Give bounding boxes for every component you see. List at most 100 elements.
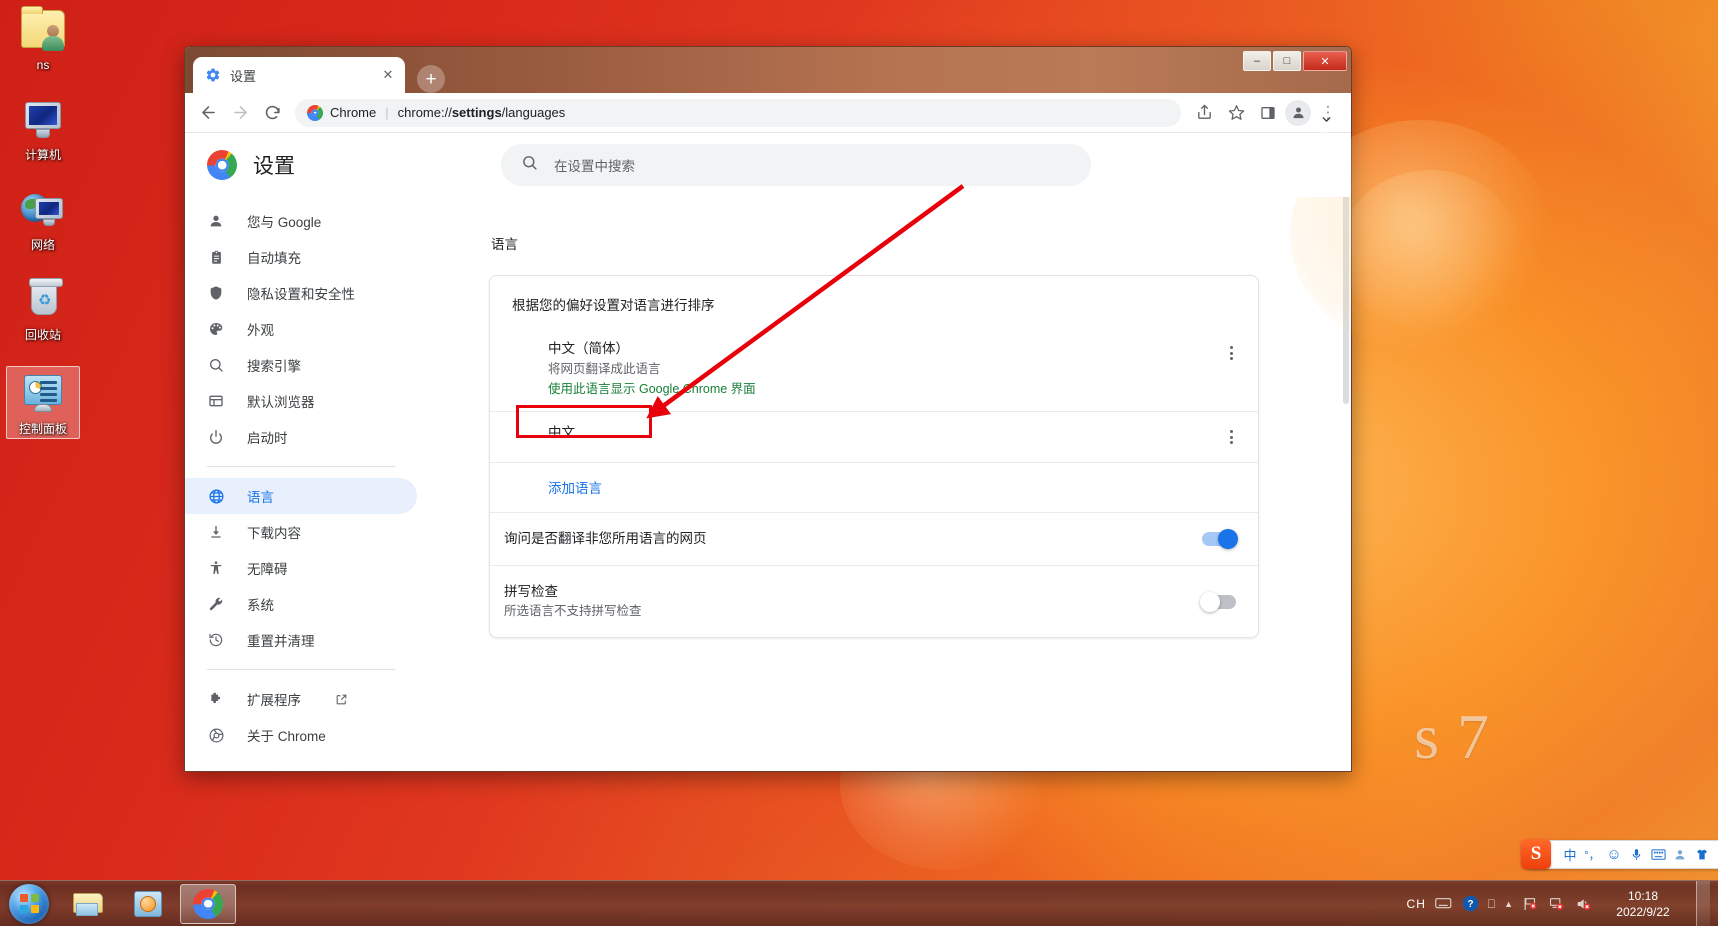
start-button[interactable]	[2, 883, 56, 925]
clock[interactable]: 10:18 2022/9/22	[1601, 888, 1685, 920]
side-panel-icon[interactable]	[1253, 98, 1283, 128]
emoji-icon[interactable]: ☺	[1603, 844, 1625, 866]
open-in-new-icon[interactable]	[335, 693, 348, 706]
sidebar-item-appearance[interactable]: 外观	[185, 311, 417, 347]
show-hidden-icons-button[interactable]: ▲	[1504, 899, 1513, 909]
language-info: 中文（简体） 将网页翻译成此语言 使用此语言显示 Google Chrome 界…	[548, 338, 1218, 399]
file-explorer-icon	[73, 891, 103, 917]
action-center-flag-icon[interactable]	[1522, 896, 1539, 912]
minimize-button[interactable]: –	[1243, 51, 1271, 71]
svg-text:?: ?	[1467, 899, 1473, 910]
skin-icon[interactable]	[1691, 844, 1713, 866]
desktop-icon-computer[interactable]: 计算机	[6, 96, 80, 162]
sidebar-item-about-chrome[interactable]: 关于 Chrome	[185, 717, 417, 753]
desktop-icon-control-panel[interactable]: 控制面板	[6, 366, 80, 439]
tab-close-button[interactable]: ✕	[379, 66, 397, 84]
shield-icon	[207, 284, 225, 302]
sogou-logo-icon[interactable]: S	[1521, 839, 1551, 869]
user-icon[interactable]	[1669, 844, 1691, 866]
tab-settings[interactable]: 设置 ✕	[193, 57, 405, 93]
sidebar-item-label: 外观	[247, 323, 274, 338]
network-error-icon[interactable]	[1548, 896, 1565, 912]
gear-icon	[205, 67, 221, 83]
sidebar-item-you-and-google[interactable]: 您与 Google	[185, 203, 417, 239]
sidebar-item-extensions[interactable]: 扩展程序	[185, 681, 417, 717]
language-row[interactable]: 中文（简体） 将网页翻译成此语言 使用此语言显示 Google Chrome 界…	[490, 328, 1258, 411]
settings-content: 语言 根据您的偏好设置对语言进行排序 中文（简体） 将网页翻译成此语言 使用此语…	[417, 133, 1351, 771]
language-name: 中文	[548, 425, 575, 440]
maximize-button[interactable]: □	[1273, 51, 1301, 71]
offer-translate-toggle[interactable]	[1202, 529, 1238, 549]
control-panel-icon	[19, 370, 67, 418]
search-input[interactable]: 在设置中搜索	[501, 144, 1091, 186]
sidebar-item-label: 系统	[247, 598, 274, 613]
search-icon	[207, 356, 225, 374]
back-button[interactable]	[193, 98, 223, 128]
spellcheck-subtitle: 所选语言不支持拼写检查	[504, 604, 642, 618]
add-language-button[interactable]: 添加语言	[548, 477, 602, 497]
taskbar-item-explorer[interactable]	[60, 884, 116, 924]
sidebar-item-reset-cleanup[interactable]: 重置并清理	[185, 622, 417, 658]
browser-toolbar: Chrome | chrome://settings/languages ⋮	[185, 93, 1351, 133]
recycle-bin-icon	[19, 276, 67, 324]
sidebar-item-on-startup[interactable]: 启动时	[185, 419, 417, 455]
sidebar-item-autofill[interactable]: 自动填充	[185, 239, 417, 275]
computer-icon	[19, 96, 67, 144]
settings-page: 设置 在设置中搜索 您与 Google 自动填充 隐私设置和安全性 外观 搜索引…	[185, 133, 1351, 771]
window-icon[interactable]: ⎕	[1488, 898, 1495, 910]
taskbar-item-media-player[interactable]	[120, 884, 176, 924]
show-desktop-button[interactable]	[1696, 880, 1710, 926]
spellcheck-toggle[interactable]	[1200, 591, 1236, 612]
taskbar-item-chrome[interactable]	[180, 883, 236, 924]
desktop-icon-recycle-bin[interactable]: 回收站	[6, 276, 80, 342]
address-bar[interactable]: Chrome | chrome://settings/languages	[295, 98, 1181, 127]
close-button[interactable]: ✕	[1303, 51, 1347, 71]
user-folder-icon	[19, 6, 67, 54]
offer-translate-row[interactable]: 询问是否翻译非您所用语言的网页	[490, 512, 1258, 565]
tab-title: 设置	[230, 68, 257, 84]
kebab-menu-icon[interactable]	[1218, 424, 1244, 450]
desktop-icon-network[interactable]: 网络	[6, 186, 80, 252]
desktop: s 7 ns 计算机 网络 回收站	[0, 0, 1718, 926]
desktop-icon-ns[interactable]: ns	[6, 6, 80, 72]
punctuation-icon[interactable]: °，	[1581, 844, 1603, 866]
share-icon[interactable]	[1189, 98, 1219, 128]
clipboard-icon	[207, 248, 225, 266]
volume-muted-icon[interactable]	[1574, 896, 1592, 912]
sidebar-item-label: 无障碍	[247, 562, 288, 577]
reload-button[interactable]	[257, 98, 287, 128]
sidebar-item-privacy-security[interactable]: 隐私设置和安全性	[185, 275, 417, 311]
new-tab-button[interactable]: +	[417, 65, 445, 93]
microphone-icon[interactable]	[1625, 844, 1647, 866]
chrome-icon	[207, 726, 225, 744]
keyboard-icon[interactable]	[1435, 897, 1453, 910]
sidebar-item-default-browser[interactable]: 默认浏览器	[185, 383, 417, 419]
omnibox-separator: |	[385, 105, 389, 120]
desktop-icon-label: 控制面板	[18, 422, 67, 436]
clock-time: 10:18	[1627, 888, 1659, 903]
language-indicator[interactable]: CH	[1407, 897, 1426, 911]
accessibility-icon	[207, 559, 225, 577]
tab-search-button[interactable]	[1311, 105, 1341, 133]
sidebar-item-label: 搜索引擎	[247, 359, 301, 374]
sidebar-item-languages[interactable]: 语言	[185, 478, 417, 514]
windows-logo-icon	[9, 883, 49, 924]
language-row[interactable]: 中文	[490, 411, 1258, 462]
sidebar-item-accessibility[interactable]: 无障碍	[185, 550, 417, 586]
help-icon[interactable]: ?	[1462, 895, 1479, 912]
toolbox-icon[interactable]	[1713, 844, 1718, 866]
sidebar-item-search-engine[interactable]: 搜索引擎	[185, 347, 417, 383]
star-icon[interactable]	[1221, 98, 1251, 128]
sidebar-item-label: 启动时	[247, 431, 288, 446]
forward-button[interactable]	[225, 98, 255, 128]
sidebar-item-system[interactable]: 系统	[185, 586, 417, 622]
sidebar-item-label: 自动填充	[247, 251, 301, 266]
kebab-menu-icon[interactable]	[1218, 340, 1244, 366]
sidebar-item-downloads[interactable]: 下载内容	[185, 514, 417, 550]
keyboard-icon[interactable]	[1647, 844, 1669, 866]
spellcheck-row[interactable]: 拼写检查 所选语言不支持拼写检查	[490, 565, 1258, 637]
omnibox-badge-text: Chrome	[330, 105, 377, 120]
chinese-mode-icon[interactable]: 中	[1559, 844, 1581, 866]
desktop-icon-label: 计算机	[24, 148, 61, 162]
profile-avatar[interactable]	[1285, 99, 1311, 126]
